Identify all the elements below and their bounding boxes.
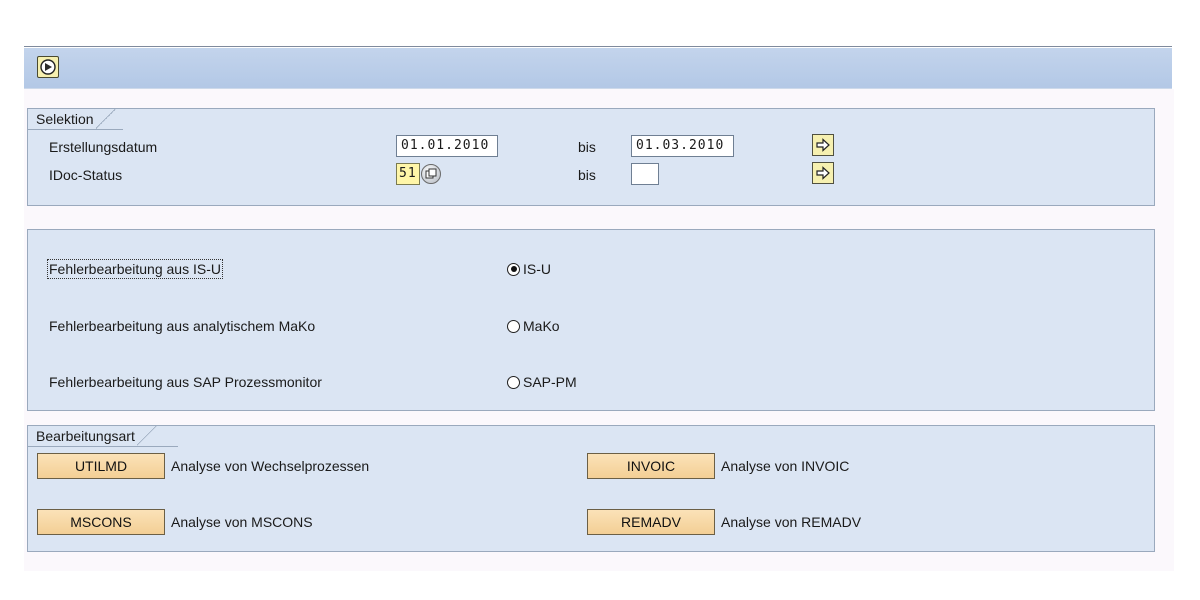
processing-mode-group: Bearbeitungsart UTILMD Analyse von Wechs…: [27, 425, 1155, 552]
remadv-button[interactable]: REMADV: [587, 509, 715, 535]
utilmd-button[interactable]: UTILMD: [37, 453, 165, 479]
radio-circle-mako[interactable]: [507, 319, 520, 333]
processing-mode-title: Bearbeitungsart: [28, 426, 157, 446]
radio-circle-sap-pm[interactable]: [507, 375, 520, 389]
selection-group: Selektion Erstellungsdatum 01.01.2010 bi…: [27, 108, 1155, 206]
idoc-status-to-input[interactable]: [631, 163, 659, 185]
creation-date-to-label: bis: [578, 139, 596, 155]
value-help-button[interactable]: [421, 164, 441, 184]
processing-options-group: Fehlerbearbeitung aus IS-U IS-U Fehlerbe…: [27, 229, 1155, 411]
application-toolbar: [24, 48, 1172, 89]
option-label-sap-pm: Fehlerbearbeitung aus SAP Prozessmonitor: [49, 374, 322, 390]
idoc-status-multiple-selection-button[interactable]: [812, 162, 834, 184]
creation-date-label: Erstellungsdatum: [49, 139, 158, 155]
radio-circle-isu[interactable]: [507, 262, 520, 276]
creation-date-multiple-selection-button[interactable]: [812, 134, 834, 156]
idoc-status-to-label: bis: [578, 167, 596, 183]
option-label-mako: Fehlerbearbeitung aus analytischem MaKo: [49, 318, 316, 334]
idoc-status-from-input[interactable]: 51: [396, 163, 420, 185]
mscons-description: Analyse von MSCONS: [171, 514, 313, 530]
radio-label-mako: MaKo: [523, 318, 560, 334]
utilmd-description: Analyse von Wechselprozessen: [171, 458, 370, 474]
radio-mako[interactable]: MaKo: [507, 318, 560, 334]
execute-button[interactable]: [37, 56, 59, 78]
radio-isu[interactable]: IS-U: [507, 261, 551, 277]
idoc-status-label: IDoc-Status: [49, 167, 123, 183]
selection-group-title: Selektion: [28, 109, 116, 129]
creation-date-from-input[interactable]: 01.01.2010: [396, 135, 498, 157]
radio-label-sap-pm: SAP-PM: [523, 374, 577, 390]
radio-label-isu: IS-U: [523, 261, 551, 277]
invoic-description: Analyse von INVOIC: [721, 458, 850, 474]
arrow-right-icon: [816, 138, 830, 152]
top-border: [24, 46, 1172, 47]
execute-clock-icon: [40, 59, 56, 75]
remadv-description: Analyse von REMADV: [721, 514, 862, 530]
value-help-icon: [425, 168, 437, 179]
invoic-button[interactable]: INVOIC: [587, 453, 715, 479]
radio-sap-pm[interactable]: SAP-PM: [507, 374, 577, 390]
mscons-button[interactable]: MSCONS: [37, 509, 165, 535]
arrow-right-icon: [816, 166, 830, 180]
option-label-isu: Fehlerbearbeitung aus IS-U: [47, 259, 223, 279]
creation-date-to-input[interactable]: 01.03.2010: [631, 135, 734, 157]
